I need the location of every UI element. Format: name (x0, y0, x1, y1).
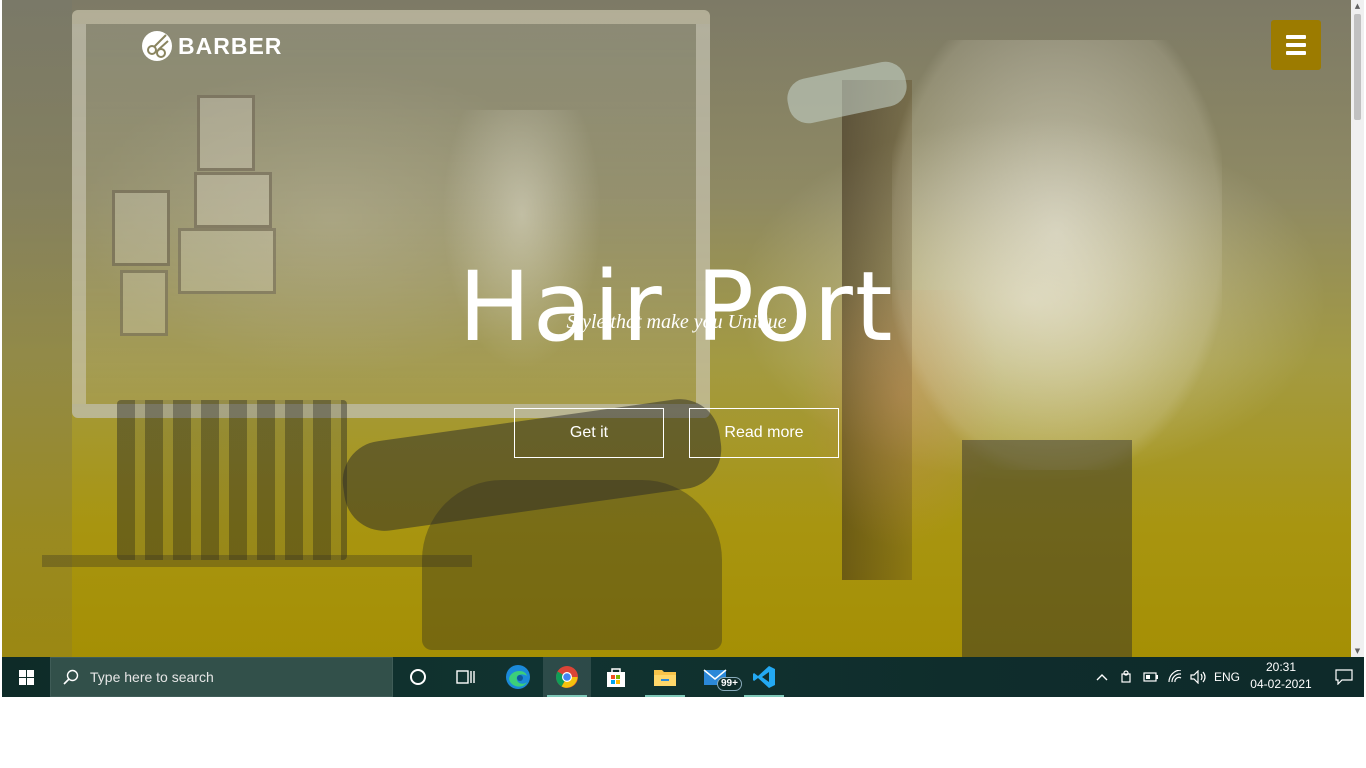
battery-button[interactable] (1139, 657, 1163, 697)
notification-icon (1335, 669, 1353, 685)
windows-taskbar: Type here to search 99+ ENG 20:31 04-02-… (2, 657, 1364, 697)
windows-logo-icon (18, 669, 34, 685)
task-view-icon (456, 670, 475, 684)
store-taskbar-button[interactable] (592, 657, 640, 697)
hero-background-shelf (42, 555, 472, 567)
search-placeholder: Type here to search (90, 669, 214, 685)
hero-title: Hair Port (458, 251, 895, 364)
battery-icon (1143, 672, 1158, 682)
folder-icon (654, 670, 676, 686)
meet-now-icon (1121, 670, 1131, 683)
edge-icon (506, 665, 530, 689)
hero-background-barber-legs (962, 440, 1132, 657)
mail-taskbar-button[interactable]: 99+ (692, 657, 742, 697)
scroll-down-arrow-icon[interactable]: ▼ (1351, 645, 1364, 657)
clock-time: 20:31 (1265, 660, 1297, 674)
taskbar-search-box[interactable]: Type here to search (50, 657, 393, 697)
cortana-button[interactable] (394, 657, 442, 697)
vscode-icon (753, 666, 775, 688)
page-scrollbar[interactable]: ▲ ▼ (1351, 0, 1364, 657)
hero-background-frame (197, 95, 255, 171)
meet-now-button[interactable] (1115, 657, 1139, 697)
desktop-screen: BARBER Hair Port Style that make you Uni… (2, 0, 1364, 697)
speaker-icon (1190, 670, 1206, 684)
hero-section: BARBER Hair Port Style that make you Uni… (2, 0, 1351, 657)
input-language-button[interactable]: ENG (1212, 657, 1242, 697)
volume-button[interactable] (1187, 657, 1211, 697)
taskbar-clock[interactable]: 20:31 04-02-2021 (1242, 659, 1320, 693)
get-it-button[interactable]: Get it (514, 408, 664, 458)
clock-date: 04-02-2021 (1250, 677, 1312, 691)
scroll-up-arrow-icon[interactable]: ▲ (1351, 0, 1364, 12)
file-explorer-taskbar-button[interactable] (641, 657, 689, 697)
task-view-button[interactable] (442, 657, 490, 697)
chrome-icon (556, 666, 578, 688)
language-indicator: ENG (1213, 670, 1240, 684)
site-logo[interactable]: BARBER (140, 29, 282, 63)
show-hidden-icons-button[interactable] (1090, 657, 1114, 697)
hamburger-menu-icon (1286, 35, 1306, 39)
search-icon (63, 669, 79, 685)
scroll-thumb[interactable] (1354, 14, 1361, 120)
chevron-up-icon (1096, 674, 1108, 681)
network-button[interactable] (1163, 657, 1187, 697)
cortana-icon (410, 669, 426, 685)
menu-button[interactable] (1271, 20, 1321, 70)
hero-background-bottles (117, 400, 347, 560)
start-button[interactable] (2, 657, 50, 697)
mail-unread-badge: 99+ (717, 677, 742, 691)
hero-background-frame (194, 172, 272, 228)
store-icon (607, 668, 625, 687)
read-more-button[interactable]: Read more (689, 408, 839, 458)
vscode-taskbar-button[interactable] (740, 657, 788, 697)
action-center-button[interactable] (1324, 657, 1364, 697)
chrome-taskbar-button[interactable] (543, 657, 591, 697)
wifi-icon (1168, 670, 1182, 683)
logo-text: BARBER (178, 32, 283, 59)
scissors-logo-icon (142, 31, 172, 61)
edge-taskbar-button[interactable] (494, 657, 542, 697)
hero-tagline: Style that make you Unique (566, 311, 787, 333)
